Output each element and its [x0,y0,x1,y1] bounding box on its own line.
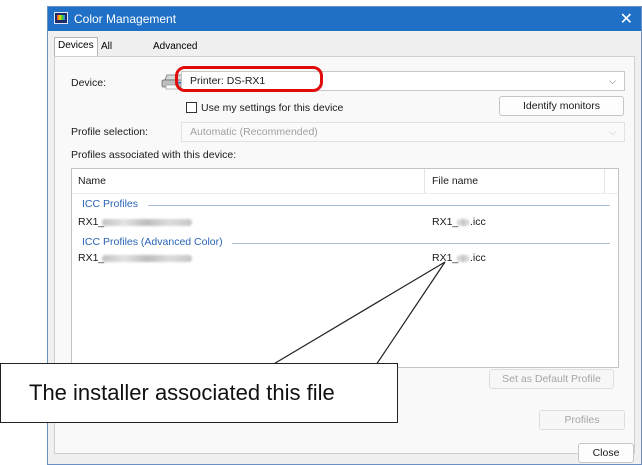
annotation-text: The installer associated this file [29,380,335,405]
annotation-callout: The installer associated this file [0,363,398,423]
